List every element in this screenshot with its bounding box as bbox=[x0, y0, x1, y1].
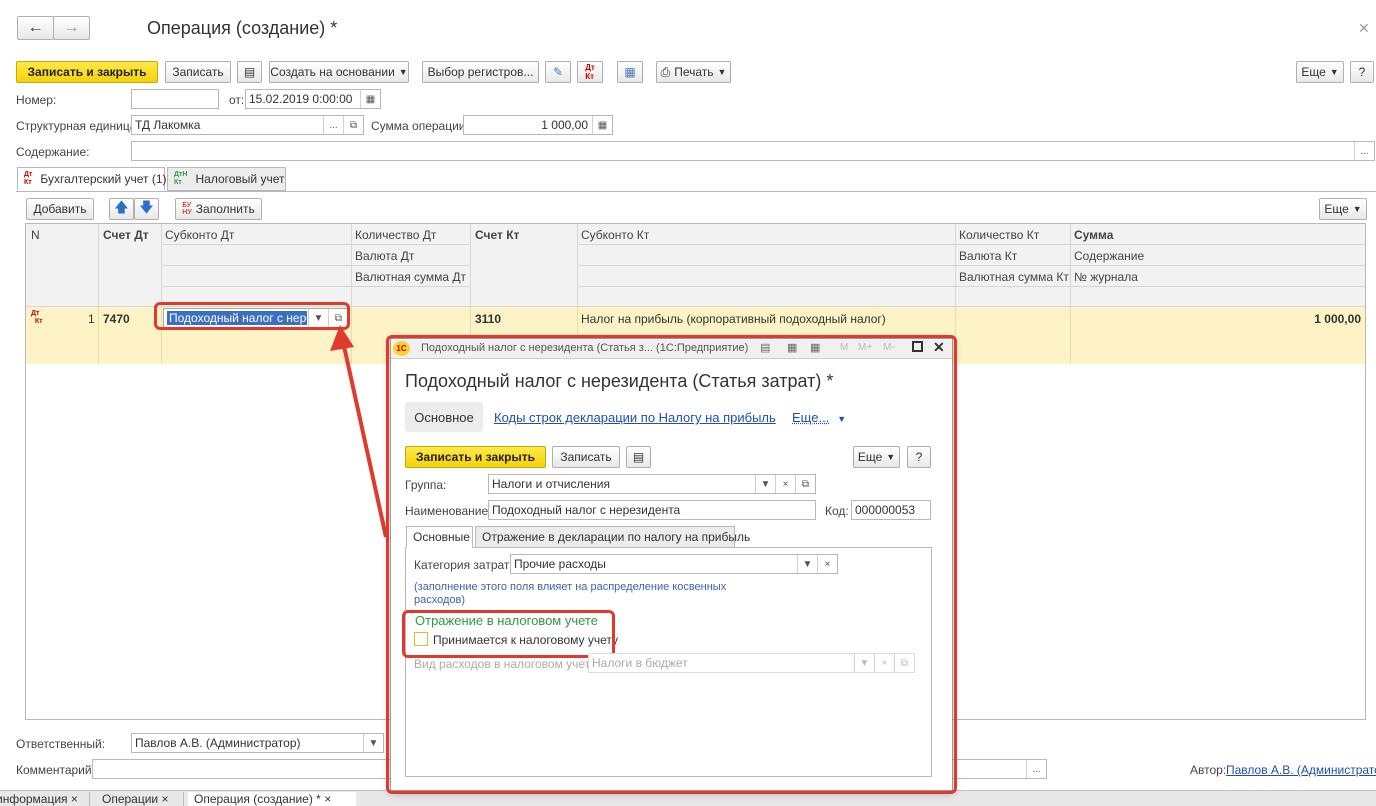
col-qty-kt[interactable]: Количество Кт bbox=[959, 228, 1039, 242]
unit-label: Структурная единица: bbox=[16, 119, 140, 133]
save-button[interactable]: Записать bbox=[165, 61, 231, 83]
col-journal[interactable]: № журнала bbox=[1074, 270, 1138, 284]
date-label: от: bbox=[229, 93, 245, 107]
fill-icon: БУ НУ bbox=[182, 202, 192, 216]
forward-button[interactable]: → bbox=[53, 16, 90, 40]
calendar-icon[interactable]: ▦ bbox=[360, 90, 380, 108]
fill-button[interactable]: БУ НУ Заполнить bbox=[175, 198, 262, 220]
col-cur-sum-dt[interactable]: Валютная сумма Дт bbox=[355, 270, 466, 284]
col-cur-sum-kt[interactable]: Валютная сумма Кт bbox=[959, 270, 1069, 284]
post-icon[interactable]: ▤ bbox=[237, 61, 262, 83]
tab-tax[interactable]: ДтН Кт Налоговый учет bbox=[167, 167, 286, 191]
bottom-tab-info[interactable]: информация × bbox=[0, 792, 90, 806]
create-basis-button[interactable]: Создать на основании ▼ bbox=[269, 61, 409, 83]
sum-input[interactable]: 1 000,00 ▦ bbox=[463, 115, 613, 135]
row-sum[interactable]: 1 000,00 bbox=[1080, 312, 1361, 326]
unit-input[interactable]: ТД Лакомка... ⧉ bbox=[131, 115, 364, 135]
dt-kt-icon: ДтН Кт bbox=[174, 171, 188, 186]
printer-icon: ⎙ bbox=[660, 64, 671, 79]
close-icon[interactable]: × bbox=[161, 792, 168, 806]
tab-accounting[interactable]: Дт Кт Бухгалтерский учет (1) bbox=[17, 167, 167, 191]
close-icon[interactable]: × bbox=[324, 792, 331, 806]
more-button[interactable]: Еще ▼ bbox=[1296, 61, 1344, 83]
close-icon[interactable]: ✕ bbox=[1358, 20, 1370, 37]
author-label: Автор: bbox=[1190, 763, 1227, 777]
select-button[interactable]: ... bbox=[1354, 142, 1374, 160]
col-n[interactable]: N bbox=[31, 228, 40, 242]
col-content[interactable]: Содержание bbox=[1074, 249, 1144, 263]
save-close-button[interactable]: Записать и закрыть bbox=[16, 61, 158, 83]
chevron-down-icon[interactable]: ▼ bbox=[363, 734, 383, 752]
page-title: Операция (создание) * bbox=[147, 18, 338, 38]
date-input[interactable]: 15.02.2019 0:00:00 ▦ bbox=[245, 89, 381, 109]
author-link[interactable]: Павлов А.В. (Администратор) bbox=[1226, 763, 1376, 777]
chevron-down-icon: ▼ bbox=[398, 67, 408, 77]
bottom-tab-operations[interactable]: Операции × bbox=[96, 792, 184, 806]
report-icon[interactable]: ✎ bbox=[545, 61, 571, 83]
dt-kt-icon[interactable]: Дт Кт bbox=[577, 61, 603, 83]
row-number: 1 bbox=[88, 312, 95, 326]
row-acc-kt[interactable]: 3110 bbox=[475, 312, 501, 326]
sum-label: Сумма операции: bbox=[371, 119, 469, 133]
col-cur-dt[interactable]: Валюта Дт bbox=[355, 249, 414, 263]
calculator-icon[interactable]: ▦ bbox=[592, 116, 612, 134]
close-icon[interactable]: × bbox=[71, 792, 78, 806]
col-acc-kt[interactable]: Счет Кт bbox=[475, 228, 519, 242]
move-up-button[interactable]: 🡅 bbox=[109, 198, 134, 220]
move-down-button[interactable]: 🡇 bbox=[134, 198, 159, 220]
resp-label: Ответственный: bbox=[16, 737, 106, 751]
select-button[interactable]: ... bbox=[323, 116, 343, 134]
resp-input[interactable]: Павлов А.В. (Администратор) ▼ bbox=[131, 733, 384, 753]
number-label: Номер: bbox=[16, 93, 57, 107]
dt-kt-icon: Дт Кт bbox=[24, 171, 33, 186]
open-icon[interactable]: ⧉ bbox=[343, 116, 363, 134]
content-input[interactable]: ... bbox=[131, 141, 1375, 161]
col-cur-kt[interactable]: Валюта Кт bbox=[959, 249, 1017, 263]
bottom-tab-current[interactable]: Операция (создание) * × bbox=[188, 792, 356, 806]
print-button[interactable]: ⎙ Печать ▼ bbox=[656, 61, 731, 83]
structure-icon[interactable]: ▦ bbox=[617, 61, 643, 83]
number-input[interactable] bbox=[131, 89, 219, 109]
tabs-baseline bbox=[16, 191, 1376, 192]
select-button[interactable]: ... bbox=[1026, 760, 1046, 778]
col-sub-dt[interactable]: Субконто Дт bbox=[165, 228, 234, 242]
row-dt-kt-icon: Дт Кт bbox=[31, 310, 43, 325]
back-button[interactable]: ← bbox=[17, 16, 54, 40]
highlight-dialog bbox=[386, 335, 957, 794]
col-acc-dt[interactable]: Счет Дт bbox=[103, 228, 149, 242]
row-acc-dt[interactable]: 7470 bbox=[103, 312, 130, 326]
col-sub-kt[interactable]: Субконто Кт bbox=[581, 228, 649, 242]
table-more-button[interactable]: Еще ▼ bbox=[1319, 198, 1367, 220]
comment-label: Комментарий: bbox=[16, 763, 95, 777]
col-sum[interactable]: Сумма bbox=[1074, 228, 1113, 242]
content-label: Содержание: bbox=[16, 145, 90, 159]
help-button[interactable]: ? bbox=[1350, 61, 1374, 83]
row-sub-kt[interactable]: Налог на прибыль (корпоративный подоходн… bbox=[581, 312, 886, 326]
registers-button[interactable]: Выбор регистров... bbox=[422, 61, 539, 83]
add-button[interactable]: Добавить bbox=[26, 198, 94, 220]
col-qty-dt[interactable]: Количество Дт bbox=[355, 228, 436, 242]
